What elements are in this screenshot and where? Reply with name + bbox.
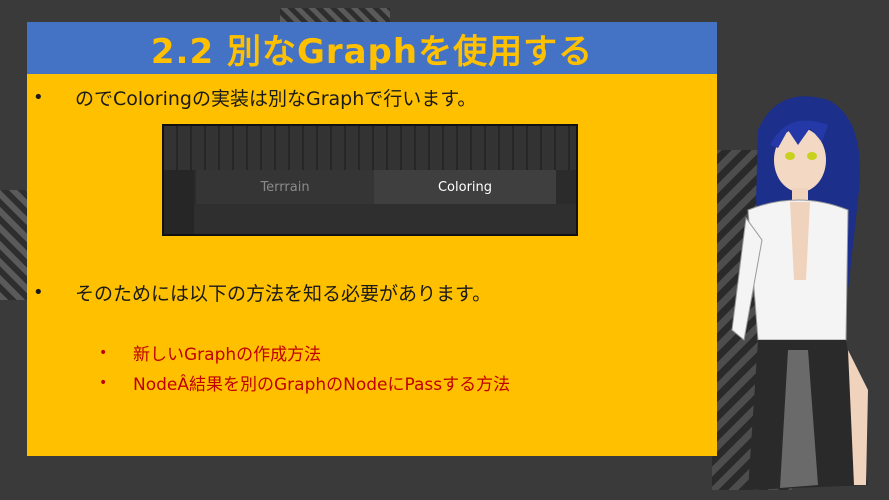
sub-bullet-text: 新しいGraphの作成方法 [133, 345, 322, 365]
screenshot-sidebar [164, 170, 194, 234]
slide-title: 2.2 別なGraphを使用する [150, 31, 594, 72]
screenshot-canvas [194, 204, 576, 234]
embedded-screenshot: Terrrain Coloring [162, 124, 578, 236]
bullet-mark: • [33, 87, 44, 108]
anime-character-illustration [731, 96, 868, 490]
bullet-mark: • [99, 344, 108, 361]
sub-bullet-item: • NodeÂ結果を別のGraphのNodeにPassする方法 [99, 370, 511, 396]
title-bar: 2.2 別なGraphを使用する [27, 22, 717, 74]
background-rock-top [280, 8, 390, 22]
terrain-preview-grid [164, 126, 576, 170]
tab-terrain[interactable]: Terrrain [196, 170, 374, 204]
sub-bullet-item: • 新しいGraphの作成方法 [99, 340, 322, 366]
bullet-mark: • [33, 282, 44, 303]
bullet-text: そのためには以下の方法を知る必要があります。 [75, 283, 492, 305]
bullet-mark: • [99, 374, 108, 391]
bullet-item: • そのためには以下の方法を知る必要があります。 [33, 279, 491, 306]
tab-coloring[interactable]: Coloring [374, 170, 556, 204]
bullet-item: • のでColoringの実装は別なGraphで行います。 [33, 84, 476, 111]
bullet-text: のでColoringの実装は別なGraphで行います。 [75, 88, 477, 110]
sub-bullet-text: NodeÂ結果を別のGraphのNodeにPassする方法 [133, 375, 511, 395]
slide-panel: 2.2 別なGraphを使用する • のでColoringの実装は別なGraph… [27, 22, 717, 456]
